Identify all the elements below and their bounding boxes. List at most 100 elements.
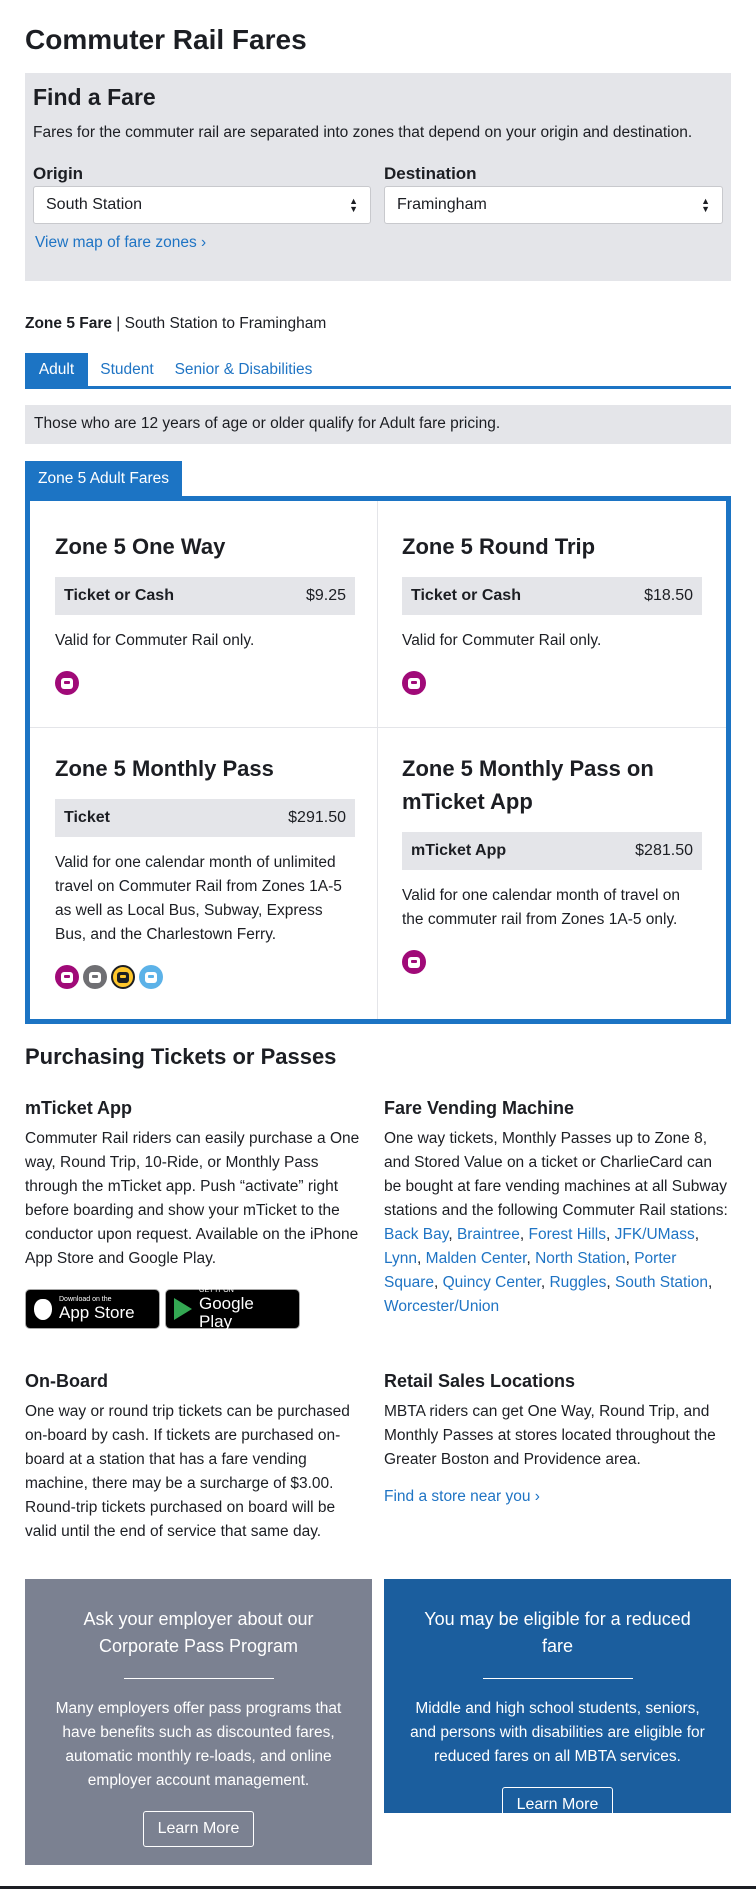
- google-play-icon: [174, 1298, 192, 1320]
- station-link[interactable]: Lynn: [384, 1250, 417, 1267]
- price-type: mTicket App: [411, 842, 507, 859]
- onboard-text: One way or round trip tickets can be pur…: [25, 1403, 350, 1540]
- apple-icon: [34, 1298, 52, 1320]
- station-link[interactable]: Braintree: [457, 1226, 520, 1243]
- station-link[interactable]: Quincy Center: [443, 1274, 541, 1291]
- commuter-rail-icon: [55, 671, 79, 695]
- fare-vending-section: Fare Vending Machine One way tickets, Mo…: [384, 1098, 730, 1319]
- find-fare-description: Fares for the commuter rail are separate…: [33, 124, 693, 141]
- mode-icons: [402, 671, 702, 695]
- retail-title: Retail Sales Locations: [384, 1371, 576, 1391]
- select-arrows-icon: ▲ ▼: [349, 196, 358, 214]
- station-link[interactable]: South Station: [615, 1274, 708, 1291]
- promo-text: Middle and high school students, seniors…: [410, 1700, 705, 1765]
- promo-title: Ask your employer about our Corporate Pa…: [83, 1609, 314, 1656]
- learn-more-button[interactable]: Learn More: [142, 1811, 255, 1847]
- zone-route: | South Station to Framingham: [112, 315, 327, 332]
- fare-card: Zone 5 Monthly Pass Ticket $291.50 Valid…: [55, 752, 355, 989]
- station-link[interactable]: JFK/UMass: [615, 1226, 695, 1243]
- price-type: Ticket or Cash: [411, 587, 521, 604]
- mticket-text: Commuter Rail riders can easily purchase…: [25, 1130, 360, 1267]
- station-link[interactable]: Forest Hills: [528, 1226, 606, 1243]
- station-link[interactable]: North Station: [535, 1250, 625, 1267]
- fare-card-title: Zone 5 Round Trip: [402, 534, 596, 559]
- mticket-title: mTicket App: [25, 1098, 133, 1118]
- fares-box-tab: Zone 5 Adult Fares: [25, 461, 182, 496]
- fare-validity: Valid for one calendar month of unlimite…: [55, 854, 342, 943]
- fare-vending-intro: One way tickets, Monthly Passes up to Zo…: [384, 1130, 728, 1219]
- bus-icon: [83, 965, 107, 989]
- station-link[interactable]: Back Bay: [384, 1226, 448, 1243]
- mticket-section: mTicket App Commuter Rail riders can eas…: [25, 1098, 370, 1331]
- divider: [30, 727, 726, 728]
- fare-card: Zone 5 Monthly Pass on mTicket App mTick…: [402, 752, 702, 974]
- commuter-rail-icon: [402, 950, 426, 974]
- fare-card: Zone 5 One Way Ticket or Cash $9.25 Vali…: [55, 530, 355, 695]
- find-fare-title: Find a Fare: [33, 84, 156, 110]
- fare-validity: Valid for Commuter Rail only.: [402, 632, 602, 649]
- fare-validity: Valid for one calendar month of travel o…: [402, 887, 681, 928]
- store-badges: Download on the App Store GET IT ON Goog…: [25, 1287, 370, 1331]
- onboard-title: On-Board: [25, 1371, 108, 1391]
- station-link[interactable]: Malden Center: [426, 1250, 527, 1267]
- zone-summary: Zone 5 Fare | South Station to Framingha…: [25, 315, 326, 333]
- mode-icons: [55, 965, 355, 989]
- fare-card-title: Zone 5 Monthly Pass on mTicket App: [402, 756, 654, 814]
- price-row: Ticket or Cash $9.25: [55, 577, 355, 615]
- promo-text: Many employers offer pass programs that …: [55, 1700, 342, 1789]
- origin-select[interactable]: South Station ▲ ▼: [33, 186, 371, 224]
- station-link[interactable]: Ruggles: [549, 1274, 606, 1291]
- find-store-link[interactable]: Find a store near you ›: [384, 1488, 540, 1506]
- mode-icons: [402, 950, 702, 974]
- commuter-rail-icon: [55, 965, 79, 989]
- fares-box: Zone 5 One Way Ticket or Cash $9.25 Vali…: [25, 496, 731, 1024]
- retail-section: Retail Sales Locations MBTA riders can g…: [384, 1371, 730, 1506]
- price-row: Ticket $291.50: [55, 799, 355, 837]
- fare-validity: Valid for Commuter Rail only.: [55, 632, 255, 649]
- destination-label: Destination: [384, 164, 477, 183]
- divider: [482, 1678, 633, 1679]
- corporate-pass-promo: Ask your employer about our Corporate Pa…: [25, 1579, 372, 1865]
- fare-card-title: Zone 5 One Way: [55, 534, 226, 559]
- price-type: Ticket: [64, 809, 110, 826]
- origin-label: Origin: [33, 164, 84, 183]
- commuter-rail-icon: [402, 671, 426, 695]
- fare-vending-text: One way tickets, Monthly Passes up to Zo…: [384, 1130, 728, 1315]
- tab-adult[interactable]: Adult: [25, 353, 88, 386]
- mode-icons: [55, 671, 355, 695]
- fare-card: Zone 5 Round Trip Ticket or Cash $18.50 …: [402, 530, 702, 695]
- destination-value: Framingham: [397, 196, 487, 213]
- tab-student[interactable]: Student: [88, 353, 166, 386]
- divider: [377, 501, 378, 1019]
- app-store-badge[interactable]: Download on the App Store: [25, 1289, 160, 1329]
- learn-more-button[interactable]: Learn More: [501, 1787, 614, 1823]
- price-value: $291.50: [288, 809, 346, 826]
- price-row: Ticket or Cash $18.50: [402, 577, 702, 615]
- tab-senior-disabilities[interactable]: Senior & Disabilities: [166, 353, 321, 386]
- fare-vending-title: Fare Vending Machine: [384, 1098, 575, 1118]
- footer-divider: [0, 1886, 756, 1889]
- page-title: Commuter Rail Fares: [25, 24, 307, 55]
- age-note: Those who are 12 years of age or older q…: [25, 405, 731, 444]
- find-fare-panel: Find a Fare Fares for the commuter rail …: [25, 73, 731, 281]
- google-play-badge[interactable]: GET IT ON Google Play: [165, 1287, 300, 1331]
- subway-icon: [111, 965, 135, 989]
- origin-value: South Station: [46, 196, 143, 213]
- ferry-icon: [139, 965, 163, 989]
- onboard-section: On-Board One way or round trip tickets c…: [25, 1371, 370, 1544]
- google-play-big-text: Google Play: [199, 1294, 254, 1331]
- divider: [123, 1678, 274, 1679]
- price-value: $281.50: [635, 842, 693, 859]
- promo-title: You may be eligible for a reduced fare: [424, 1609, 691, 1656]
- station-link[interactable]: Worcester/Union: [384, 1298, 499, 1315]
- reduced-fare-promo: You may be eligible for a reduced fare M…: [384, 1579, 731, 1823]
- fare-zones-map-link[interactable]: View map of fare zones ›: [35, 234, 206, 252]
- fare-type-tabs: Adult Student Senior & Disabilities: [25, 353, 731, 389]
- price-value: $18.50: [644, 587, 693, 604]
- app-store-big-text: App Store: [59, 1303, 135, 1322]
- select-arrows-icon: ▲ ▼: [701, 196, 710, 214]
- price-type: Ticket or Cash: [64, 587, 174, 604]
- fare-card-title: Zone 5 Monthly Pass: [55, 756, 274, 781]
- zone-fare-label: Zone 5 Fare: [25, 315, 112, 332]
- destination-select[interactable]: Framingham ▲ ▼: [384, 186, 723, 224]
